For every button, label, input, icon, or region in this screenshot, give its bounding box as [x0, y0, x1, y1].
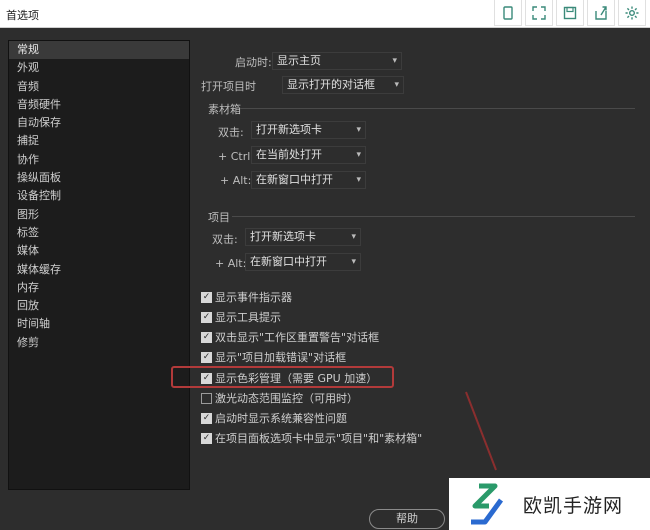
help-button[interactable]: 帮助 [369, 509, 445, 529]
watermark: 欧凯手游网 [449, 478, 650, 530]
watermark-text: 欧凯手游网 [523, 494, 624, 517]
arrow-annotation [465, 391, 497, 471]
watermark-logo-icon [471, 483, 504, 525]
